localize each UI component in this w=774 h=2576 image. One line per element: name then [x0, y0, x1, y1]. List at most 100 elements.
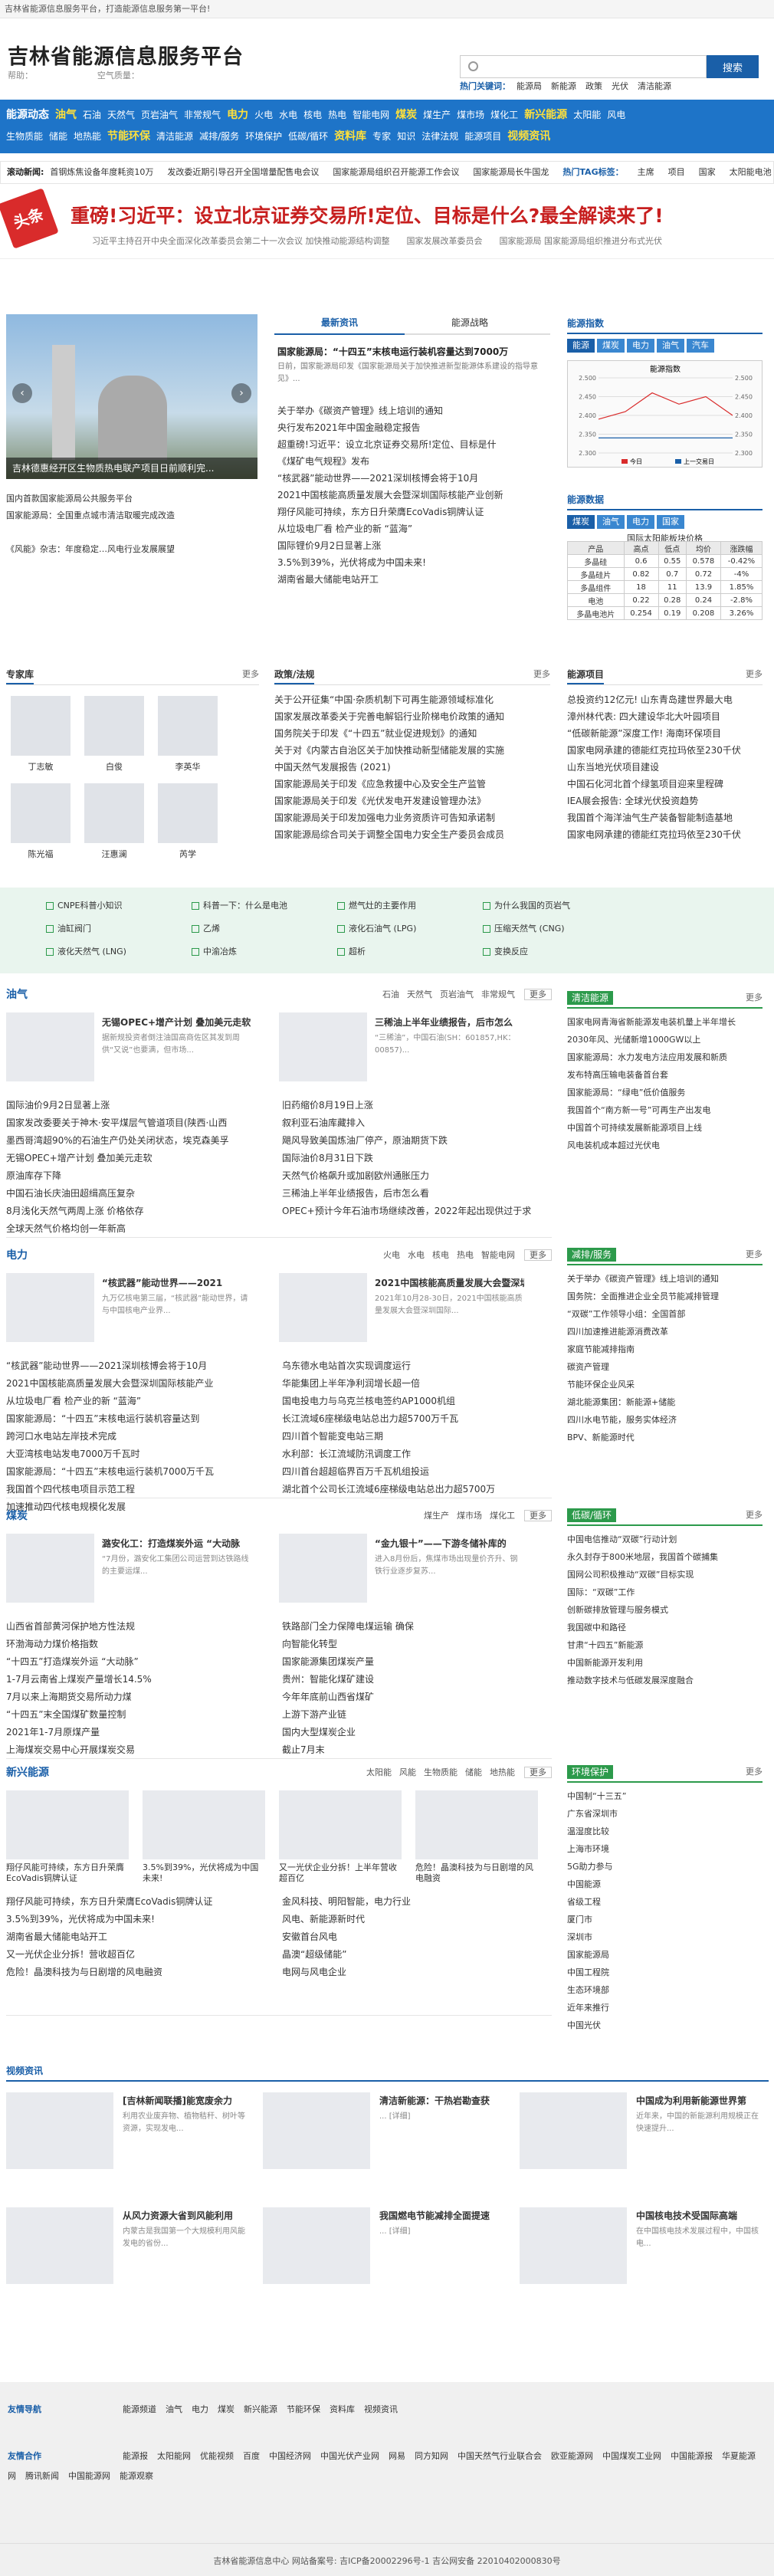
list-item[interactable]: 国家能源局关于印发《光伏发电开发建设管理办法》 [274, 792, 550, 809]
news-item[interactable]: 2021中国核能高质量发展大会暨深圳国际核能产业创新 [277, 487, 553, 504]
section-badge[interactable]: 减排/服务 [567, 1248, 617, 1262]
list-item[interactable]: 国家能源局综合司关于调整全国电力安全生产委员会成员 [274, 826, 550, 843]
nav-item[interactable]: 太阳能 [573, 110, 601, 120]
list-item[interactable]: 发布特高压输电装备首台套 [567, 1066, 763, 1084]
nav-item[interactable]: 核电 [303, 110, 322, 120]
list-item[interactable]: 中国电信推动“双碳”行动计划 [567, 1531, 763, 1548]
list-item[interactable]: 国家发改委要关于神木·安平煤层气管道项目(陕西·山西 [6, 1114, 267, 1132]
list-item[interactable]: 国电投电力与乌克兰核电签约AP1000机组 [282, 1393, 550, 1410]
list-item[interactable]: 原油库存下降 [6, 1167, 267, 1185]
footer-link[interactable]: 中国能源网 [68, 2471, 110, 2481]
news-item[interactable]: 关于举办《碳资产管理》线上培训的通知 [277, 402, 553, 419]
list-item[interactable]: 湖北能源集团：新能源+储能 [567, 1393, 763, 1411]
list-item[interactable]: 广东省深圳市 [567, 1805, 763, 1823]
list-item[interactable]: 我国首个四代核电项目示范工程 [6, 1481, 267, 1498]
news-card[interactable]: 翔仔风能可持续，东方日升荣膺EcoVadis铜牌认证 [6, 1790, 136, 1883]
list-item[interactable]: 飓风导致美国炼油厂停产，原油期货下跌 [282, 1132, 550, 1150]
more-link[interactable]: 更多 [524, 1249, 552, 1261]
list-item[interactable]: 关于公开征集“中国·杂质机制下可再生能源领域标准化 [274, 691, 550, 708]
more-link[interactable]: 更多 [524, 1767, 552, 1778]
section-tab[interactable]: 煤化工 [490, 1511, 515, 1521]
list-item[interactable]: 山东当地光伏项目建设 [567, 759, 763, 776]
video-card[interactable]: [吉林新闻联播]能宽废余力 利用农业废弃物、植物秸秆、树叶等资源，实现发电... [6, 2092, 251, 2184]
footer-link[interactable]: 中国天然气行业联合会 [458, 2451, 542, 2461]
list-item[interactable]: 乌东德水电站首次实现调度运行 [282, 1357, 550, 1375]
list-item[interactable]: 湖南省最大储能电站开工 [6, 1928, 267, 1946]
video-thumbnail[interactable] [520, 2207, 627, 2284]
list-item[interactable]: 中国能源 [567, 1875, 763, 1893]
list-item[interactable]: 晶澳“超级储能” [282, 1946, 550, 1964]
list-item[interactable]: 国家能源局：水力发电方法应用发展和新质 [567, 1048, 763, 1066]
footer-link[interactable]: 欧亚能源网 [551, 2451, 593, 2461]
nav-item[interactable]: 火电 [254, 110, 273, 120]
video-card[interactable]: 中国成为利用新能源世界第 近年来，中国的新能源利用规模正在快速提升... [520, 2092, 765, 2184]
news-item[interactable]: 3.5%到39%，光伏将成为中国未来! [277, 554, 553, 571]
knowledge-link[interactable]: 为什么我国的页岩气 [483, 898, 570, 914]
tag-link[interactable]: 国家 [699, 167, 716, 177]
list-item[interactable]: “双碳”工作领导小组：全国首部 [567, 1305, 763, 1323]
list-item[interactable]: “低碳新能源”深度工作! 海南环保项目 [567, 725, 763, 742]
nav-item[interactable]: 石油 [83, 110, 101, 120]
more-link[interactable]: 更多 [524, 1510, 552, 1521]
section-tab[interactable]: 太阳能 [366, 1767, 392, 1777]
nav-item[interactable]: 页岩油气 [141, 110, 178, 120]
video-title[interactable]: 中国成为利用新能源世界第 [636, 2094, 765, 2107]
knowledge-link[interactable]: 油缸阀门 [46, 921, 91, 937]
nav-item[interactable]: 煤生产 [423, 110, 451, 120]
section-title[interactable]: 新兴能源 [6, 1767, 49, 1779]
list-item[interactable]: 从垃圾电厂看 检产业的新 “蓝海” [6, 1393, 267, 1410]
footer-link[interactable]: 优能视频 [200, 2451, 234, 2461]
pill-tab[interactable]: 油气 [657, 339, 684, 353]
list-item[interactable]: 国际：“双碳”工作 [567, 1583, 763, 1601]
list-item[interactable]: 深圳市 [567, 1928, 763, 1946]
list-item[interactable]: 铁路部门全力保障电煤运输 确保 [282, 1618, 550, 1636]
list-item[interactable]: 节能环保企业风采 [567, 1376, 763, 1393]
list-item[interactable]: 国际油价8月31日下跌 [282, 1150, 550, 1167]
nav-item[interactable]: 能源项目 [464, 131, 501, 142]
nav-item[interactable]: 法律法规 [421, 131, 458, 142]
knowledge-link[interactable]: 压缩天然气 (CNG) [483, 921, 565, 937]
section-tab[interactable]: 页岩油气 [440, 989, 474, 999]
image-slider[interactable]: ‹ › 吉林德惠经开区生物质热电联产项目日前顺利完... [6, 314, 257, 479]
list-item[interactable]: 国家能源局：“十四五”末核电运行装机容量达到 [6, 1410, 267, 1428]
list-item[interactable]: 旧药缩价8月19日上涨 [282, 1097, 550, 1114]
headline-sublink[interactable]: 习近平主持召开中央全面深化改革委员会第二十一次会议 加快推动能源结构调整 [92, 236, 390, 246]
list-item[interactable]: 关于举办《碳资产管理》线上培训的通知 [567, 1270, 763, 1288]
pill-tab[interactable]: 电力 [627, 339, 654, 353]
list-item[interactable]: 墨西哥湾超90%的石油生产仍处关闭状态，埃克森美孚 [6, 1132, 267, 1150]
list-item[interactable]: 中国天然气发展报告 (2021) [274, 759, 550, 776]
expert-card[interactable]: 丁志敏 [6, 696, 75, 773]
prev-arrow-icon[interactable]: ‹ [12, 383, 32, 403]
list-item[interactable]: 生态环境部 [567, 1981, 763, 1999]
section-tab[interactable]: 煤市场 [457, 1511, 482, 1521]
tab-latest[interactable]: 最新资讯 [274, 312, 405, 335]
list-item[interactable]: 厦门市 [567, 1911, 763, 1928]
list-item[interactable]: 翔仔风能可持续，东方日升荣膺EcoVadis铜牌认证 [6, 1893, 267, 1911]
knowledge-link[interactable]: 液化天然气 (LNG) [46, 944, 126, 960]
video-card[interactable]: 中国核电技术受国际高端 在中国核电技术发展过程中，中国核电... [520, 2207, 765, 2299]
list-item[interactable]: 电网与风电企业 [282, 1964, 550, 1981]
nav-item[interactable]: 节能环保 [107, 130, 150, 143]
list-item[interactable]: OPEC+预计今年石油市场继续改善，2022年起出现供过于求 [282, 1203, 550, 1220]
list-item[interactable]: 1-7月云南省上煤炭产量增长14.5% [6, 1671, 267, 1688]
pill-tab[interactable]: 煤炭 [597, 339, 625, 353]
footer-link[interactable]: 能源报 [123, 2451, 148, 2461]
list-item[interactable]: 中国工程院 [567, 1964, 763, 1981]
list-item[interactable]: 2021年1-7月原煤产量 [6, 1724, 267, 1741]
section-tab[interactable]: 石油 [382, 989, 399, 999]
knowledge-link[interactable]: 燃气灶的主要作用 [337, 898, 416, 914]
list-item[interactable]: 2021中国核能高质量发展大会暨深圳国际核能产业 [6, 1375, 267, 1393]
footer-link[interactable]: 视频资讯 [364, 2404, 398, 2414]
news-card[interactable]: 三稀油上半年业绩报告，后市怎么 “三稀油”，中国石油(SH：601857,HK：0… [279, 1012, 521, 1089]
list-item[interactable]: 3.5%到39%，光伏将成为中国未来! [6, 1911, 267, 1928]
footer-link[interactable]: 资料库 [330, 2404, 355, 2414]
nav-item[interactable]: 天然气 [107, 110, 135, 120]
footer-link[interactable]: 节能环保 [287, 2404, 320, 2414]
list-item[interactable]: 湖北首个公司长江流域6座梯级电站总出力超5700万 [282, 1481, 550, 1498]
pill-tab[interactable]: 油气 [597, 515, 625, 529]
site-title[interactable]: 吉林省能源信息服务平台 [8, 40, 244, 70]
list-item[interactable]: 中国制“十三五” [567, 1787, 763, 1805]
list-item[interactable]: 危险！晶澳科技为与日剧增的风电融资 [6, 1964, 267, 1981]
knowledge-link[interactable]: 超析 [337, 944, 366, 960]
list-item[interactable]: 国家能源局：全国重点城市清洁取暖完成改造 [6, 507, 257, 524]
